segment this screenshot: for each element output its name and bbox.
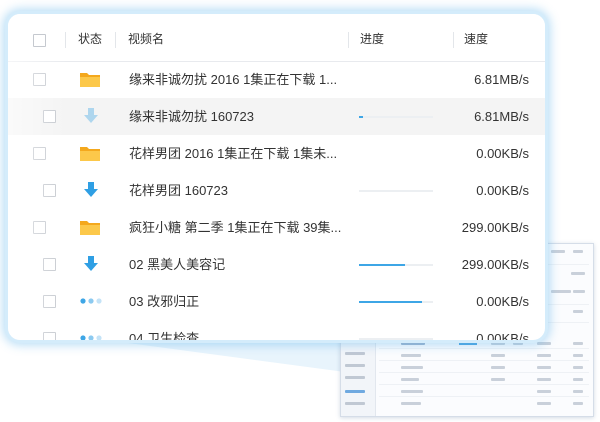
folder-icon [78,143,102,163]
column-header-speed[interactable]: 速度 [464,14,488,61]
download-arrow-icon [79,106,103,126]
select-all-checkbox[interactable] [33,34,46,47]
row-checkbox[interactable] [43,184,56,197]
waiting-dots-icon [79,291,103,311]
download-list-panel: 状态 视频名 进度 速度 缘来非诚勿扰 2016 1集正在下载 1... 6.81… [8,14,545,340]
row-speed: 6.81MB/s [474,72,529,87]
row-speed: 0.00KB/s [476,146,529,161]
download-row[interactable]: 04 卫生检查 0.00KB/s [8,320,545,340]
row-speed: 6.81MB/s [474,109,529,124]
folder-icon [78,69,102,89]
row-speed: 299.00KB/s [461,257,529,272]
row-checkbox[interactable] [43,110,56,123]
row-video-name: 疯狂小糖 第二季 1集正在下载 39集... [129,220,342,235]
table-header: 状态 视频名 进度 速度 [8,14,545,62]
column-header-name[interactable]: 视频名 [128,14,164,61]
row-speed: 0.00KB/s [476,183,529,198]
download-arrow-icon [79,254,103,274]
waiting-dots-icon [79,328,103,340]
row-speed: 299.00KB/s [461,220,529,235]
column-header-status[interactable]: 状态 [78,14,102,61]
row-video-name: 02 黑美人美容记 [129,257,226,272]
row-speed: 0.00KB/s [476,331,529,340]
row-checkbox[interactable] [43,258,56,271]
download-row[interactable]: 疯狂小糖 第二季 1集正在下载 39集... 299.00KB/s [8,209,545,246]
column-header-progress[interactable]: 进度 [360,14,384,61]
download-row[interactable]: 花样男团 160723 0.00KB/s [8,172,545,209]
row-checkbox[interactable] [43,332,56,340]
row-speed: 0.00KB/s [476,294,529,309]
download-row[interactable]: 02 黑美人美容记 299.00KB/s [8,246,545,283]
row-video-name: 缘来非诚勿扰 2016 1集正在下载 1... [129,72,338,87]
download-arrow-icon [79,180,103,200]
download-row[interactable]: 缘来非诚勿扰 2016 1集正在下载 1... 6.81MB/s [8,61,545,98]
row-video-name: 03 改邪归正 [129,294,200,309]
row-video-name: 04 卫生检查 [129,331,200,340]
download-row[interactable]: 缘来非诚勿扰 160723 6.81MB/s [8,98,545,135]
row-checkbox[interactable] [33,73,46,86]
row-checkbox[interactable] [33,221,46,234]
row-checkbox[interactable] [33,147,46,160]
download-row[interactable]: 花样男团 2016 1集正在下载 1集未... 0.00KB/s [8,135,545,172]
download-row[interactable]: 03 改邪归正 0.00KB/s [8,283,545,320]
row-video-name: 缘来非诚勿扰 160723 [129,109,254,124]
folder-icon [78,217,102,237]
row-checkbox[interactable] [43,295,56,308]
row-video-name: 花样男团 160723 [129,183,228,198]
row-video-name: 花样男团 2016 1集正在下载 1集未... [129,146,338,161]
